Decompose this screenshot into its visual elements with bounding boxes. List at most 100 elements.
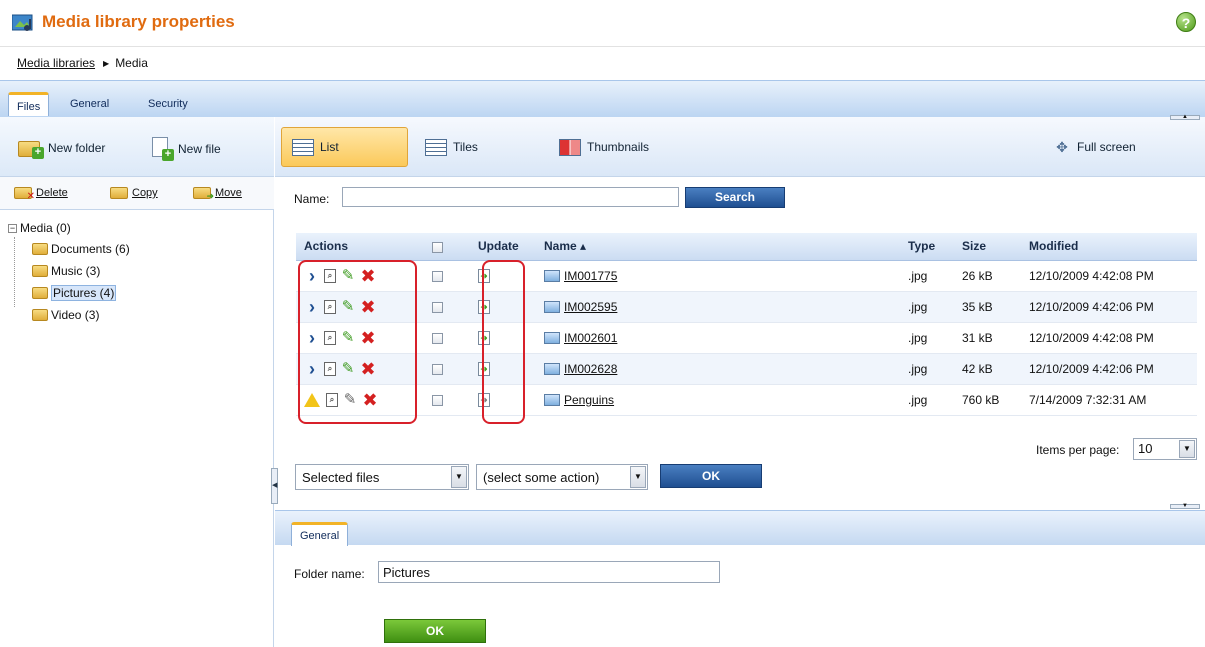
bulk-ok-button[interactable]: OK	[660, 464, 762, 488]
folder-name-input[interactable]: Pictures	[378, 561, 720, 583]
selection-scope-select[interactable]: Selected files ▼	[295, 464, 469, 490]
file-name-link[interactable]: IM002628	[564, 362, 617, 376]
tab-properties-general[interactable]: General	[291, 522, 349, 546]
tree-node-label: Video (3)	[51, 308, 100, 322]
row-checkbox[interactable]	[432, 301, 443, 313]
row-modified: 12/10/2009 4:42:06 PM	[1021, 353, 1197, 385]
resize-up-icon[interactable]: ▲	[1170, 114, 1200, 120]
row-checkbox-cell	[424, 260, 470, 292]
folder-toolbar: + New folder + New file	[0, 117, 274, 177]
file-name-link[interactable]: IM002601	[564, 331, 617, 345]
folder-name-label: Folder name:	[294, 567, 365, 581]
dropdown-arrow-icon[interactable]: ▼	[451, 466, 467, 488]
view-tiles-label: Tiles	[453, 140, 478, 154]
image-file-icon	[544, 363, 560, 376]
tree-node-video[interactable]: Video (3)	[32, 306, 99, 324]
tree-node-documents[interactable]: Documents (6)	[32, 240, 130, 258]
items-per-page-label: Items per page:	[1036, 443, 1120, 457]
save-ok-button[interactable]: OK	[384, 619, 486, 643]
view-thumbnails-button[interactable]: Thumbnails	[549, 127, 659, 167]
collapse-icon[interactable]: −	[8, 223, 17, 233]
tiles-view-icon	[425, 138, 447, 156]
tab-files[interactable]: Files	[8, 92, 50, 116]
row-type: .jpg	[900, 384, 954, 416]
folder-icon	[32, 287, 48, 299]
new-folder-label: New folder	[48, 141, 106, 155]
collapse-panel-handle[interactable]: ◀	[271, 468, 278, 504]
breadcrumb: Media libraries ▶ Media	[17, 56, 148, 70]
row-type: .jpg	[900, 353, 954, 385]
delete-folder-icon	[14, 187, 35, 202]
row-checkbox[interactable]	[432, 363, 443, 375]
row-modified: 7/14/2009 7:32:31 AM	[1021, 384, 1197, 416]
row-checkbox[interactable]	[432, 332, 443, 344]
dropdown-arrow-icon[interactable]: ▼	[630, 466, 646, 488]
folder-panel: + New folder + New file Delete Copy Move…	[0, 117, 274, 647]
full-screen-button[interactable]: ✥ Full screen	[1043, 127, 1146, 167]
row-checkbox[interactable]	[432, 394, 443, 406]
new-file-button[interactable]: + New file	[150, 137, 221, 161]
table-row: › ⌕ ✎ ✖ ➜ IM002601 .jpg 31 kB 12/10/2009 4:…	[296, 322, 1197, 354]
copy-folder-icon	[110, 187, 128, 199]
row-size: 35 kB	[954, 291, 1021, 323]
image-file-icon	[544, 394, 560, 407]
row-name-cell: IM002601	[536, 322, 900, 354]
tree-node-pictures[interactable]: Pictures (4)	[32, 284, 117, 302]
tree-node-label: Music (3)	[51, 264, 101, 278]
row-checkbox[interactable]	[432, 270, 443, 282]
file-name-link[interactable]: Penguins	[564, 393, 614, 407]
copy-button[interactable]: Copy	[110, 187, 158, 199]
table-row: › ⌕ ✎ ✖ ➜ IM001775 .jpg 26 kB 12/10/2009 4:…	[296, 260, 1197, 292]
tab-security[interactable]: Security	[140, 92, 196, 116]
header-select-all	[424, 233, 470, 261]
breadcrumb-arrow-icon: ▶	[103, 59, 110, 68]
move-folder-icon	[193, 187, 214, 202]
folder-icon	[32, 243, 48, 255]
row-checkbox-cell	[424, 322, 470, 354]
header-modified[interactable]: Modified	[1021, 233, 1197, 261]
list-view-icon	[292, 138, 314, 156]
file-name-link[interactable]: IM001775	[564, 269, 617, 283]
view-list-label: List	[320, 140, 339, 154]
new-file-icon: +	[150, 137, 174, 161]
full-screen-icon: ✥	[1056, 139, 1068, 155]
tab-general[interactable]: General	[62, 92, 117, 116]
delete-button[interactable]: Delete	[14, 187, 68, 202]
search-button[interactable]: Search	[685, 187, 785, 208]
row-type: .jpg	[900, 322, 954, 354]
bulk-action-select[interactable]: (select some action) ▼	[476, 464, 648, 490]
tab-strip: Files General Security	[0, 80, 1205, 117]
row-type: .jpg	[900, 291, 954, 323]
header-size[interactable]: Size	[954, 233, 1021, 261]
view-tiles-button[interactable]: Tiles	[415, 127, 488, 167]
breadcrumb-link-media-libraries[interactable]: Media libraries	[17, 56, 95, 70]
resize-down-icon[interactable]: ▼	[1170, 503, 1200, 509]
row-size: 42 kB	[954, 353, 1021, 385]
highlight-update-frame	[482, 260, 525, 424]
help-icon[interactable]: ?	[1176, 12, 1196, 32]
new-folder-button[interactable]: + New folder	[18, 137, 105, 159]
items-per-page-select[interactable]: 10 ▼	[1133, 438, 1197, 460]
select-all-checkbox[interactable]	[432, 241, 443, 253]
tree-connector	[14, 237, 15, 307]
header-name[interactable]: Name ▴	[536, 233, 900, 261]
header-type[interactable]: Type	[900, 233, 954, 261]
header-update: Update	[470, 233, 536, 261]
search-input[interactable]	[342, 187, 679, 207]
table-row: ⌕ ✎ ✖ ➜ Penguins .jpg 760 kB 7/14/2009 7:3…	[296, 384, 1197, 416]
row-checkbox-cell	[424, 384, 470, 416]
row-checkbox-cell	[424, 291, 470, 323]
view-list-button[interactable]: List	[281, 127, 408, 167]
properties-tab-strip: General	[275, 510, 1205, 546]
dropdown-arrow-icon[interactable]: ▼	[1179, 440, 1195, 458]
file-table: Actions Update Name ▴ Type Size Modified…	[296, 233, 1197, 416]
breadcrumb-current: Media	[115, 56, 148, 70]
move-button[interactable]: Move	[193, 187, 242, 202]
image-file-icon	[544, 270, 560, 283]
tree-node-label: Pictures (4)	[51, 285, 117, 301]
table-row: › ⌕ ✎ ✖ ➜ IM002595 .jpg 35 kB 12/10/2009 4:…	[296, 291, 1197, 323]
file-name-link[interactable]: IM002595	[564, 300, 617, 314]
tree-node-music[interactable]: Music (3)	[32, 262, 100, 280]
tree-node-media[interactable]: − Media (0)	[8, 219, 71, 237]
folder-actions: Delete Copy Move	[0, 177, 274, 210]
